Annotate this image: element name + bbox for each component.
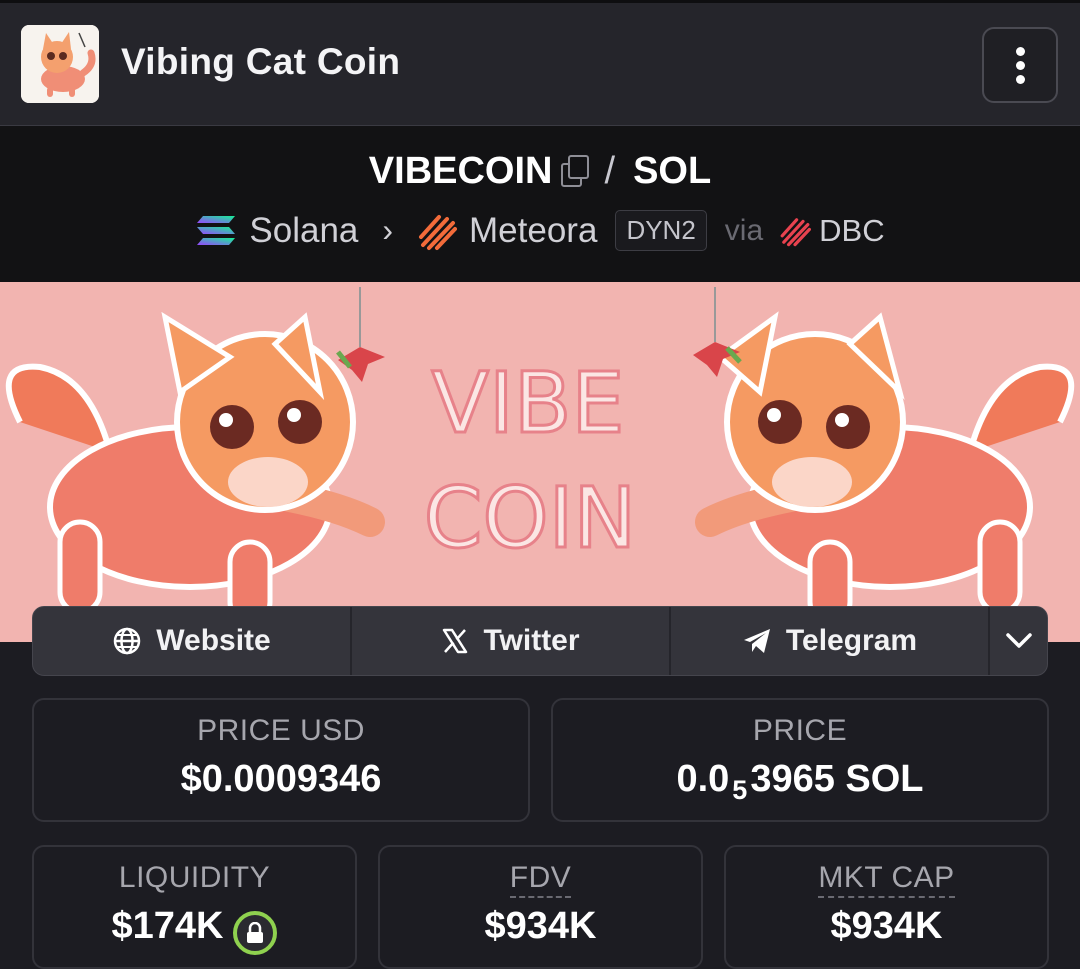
price-zero-count: 5: [732, 775, 748, 805]
lock-icon[interactable]: [233, 911, 278, 955]
telegram-link-button[interactable]: Telegram: [671, 607, 990, 675]
social-links-bar: Website Twitter Telegram: [32, 606, 1048, 676]
market-cap-label[interactable]: MKT CAP: [726, 861, 1047, 898]
twitter-label: Twitter: [483, 624, 580, 657]
quote-token-symbol: SOL: [633, 150, 712, 192]
more-links-button[interactable]: [990, 607, 1047, 675]
launchpad-name: DBC: [819, 212, 885, 248]
token-logo: [21, 25, 99, 103]
fdv-value: $934K: [484, 905, 597, 947]
website-link-button[interactable]: Website: [33, 607, 352, 675]
chain-link[interactable]: Solana: [195, 211, 358, 251]
banner-text-vibe: VIBE: [432, 354, 625, 452]
telegram-label: Telegram: [785, 624, 918, 657]
price-usd-value: $0.0009346: [180, 758, 382, 800]
fdv-card: FDV $934K: [378, 845, 703, 969]
liquidity-value: $174K: [34, 905, 355, 955]
more-menu-button[interactable]: [982, 27, 1058, 103]
liquidity-card: LIQUIDITY $174K: [32, 845, 357, 969]
price-usd-card: PRICE USD $0.0009346: [32, 698, 530, 822]
solana-icon: [197, 215, 236, 245]
price-native-card: PRICE 0.0 53965 SOL: [551, 698, 1049, 822]
launchpad-link[interactable]: DBC: [779, 212, 885, 249]
base-token-symbol: VIBECOIN: [368, 150, 553, 192]
kebab-menu-icon: [1015, 46, 1025, 56]
pair-title: VIBECOIN / SOL: [0, 150, 1080, 193]
market-cap-card: MKT CAP $934K: [724, 845, 1049, 969]
pair-separator: /: [604, 150, 616, 192]
liquidity-label: LIQUIDITY: [118, 861, 271, 894]
price-native-value: 0.0 53965 SOL: [676, 758, 924, 805]
banner-text-coin: COIN: [424, 469, 636, 567]
copy-icon[interactable]: [560, 155, 589, 187]
via-label: via: [724, 213, 764, 247]
pair-header: VIBECOIN / SOL Solana › Meteora DYN2 via…: [0, 126, 1080, 282]
top-bar: Vibing Cat Coin: [0, 0, 1080, 126]
website-label: Website: [156, 624, 271, 657]
chevron-down-icon: [1005, 633, 1032, 648]
dbc-icon: [780, 217, 812, 246]
token-banner: VIBE COIN: [0, 282, 1080, 642]
market-cap-value: $934K: [830, 905, 943, 947]
meteora-icon: [419, 214, 458, 250]
page-title: Vibing Cat Coin: [121, 41, 401, 82]
dex-name: Meteora: [469, 210, 598, 250]
price-usd-label: PRICE USD: [197, 714, 365, 747]
telegram-icon: [742, 627, 772, 655]
x-logo-icon: [441, 627, 469, 655]
pool-type-badge: DYN2: [615, 210, 707, 251]
route-breadcrumb: Solana › Meteora DYN2 via DBC: [0, 210, 1080, 251]
twitter-link-button[interactable]: Twitter: [352, 607, 671, 675]
price-native-label: PRICE: [752, 714, 848, 747]
chevron-right-icon: ›: [382, 212, 394, 248]
chain-name: Solana: [249, 210, 359, 250]
fdv-label[interactable]: FDV: [380, 861, 701, 898]
globe-icon: [112, 626, 142, 656]
dex-link[interactable]: Meteora: [417, 211, 597, 251]
